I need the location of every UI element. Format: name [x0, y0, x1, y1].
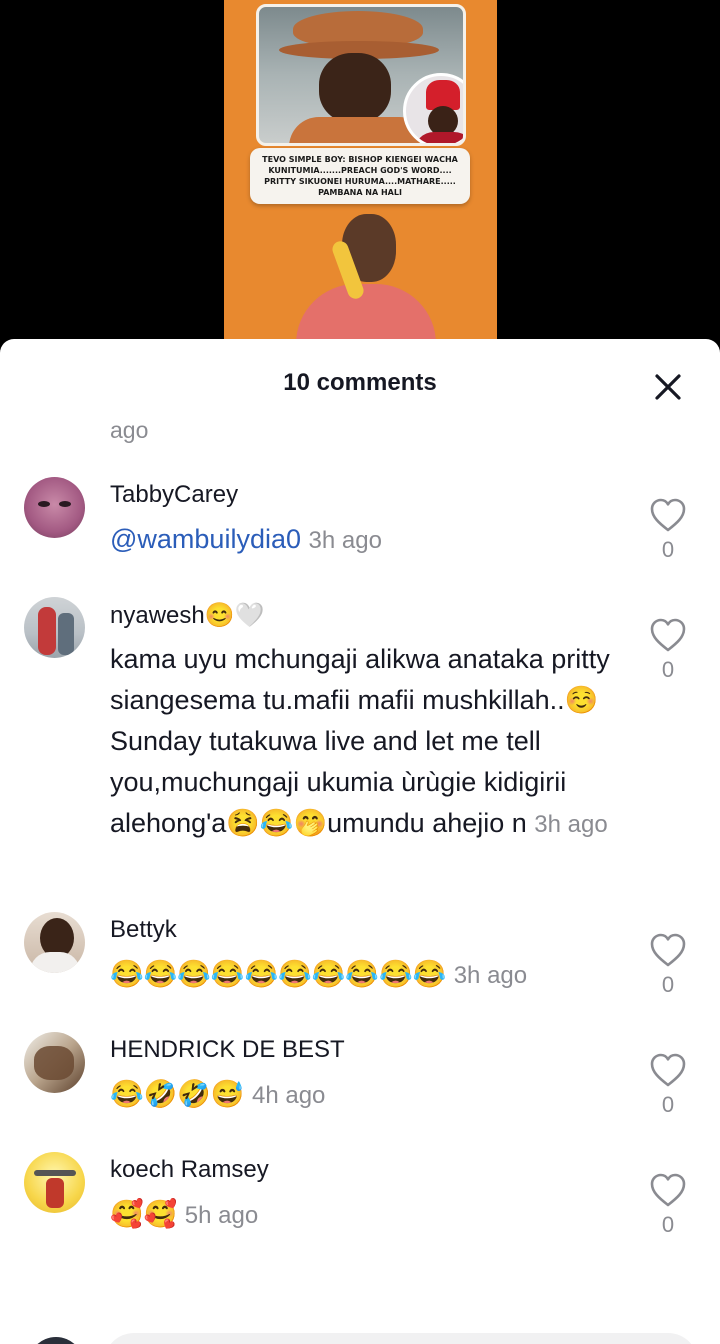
- comment-body: 🥰🥰 5h ago: [110, 1194, 630, 1236]
- mention-link[interactable]: @wambuilydia0: [110, 524, 301, 554]
- comments-title: 10 comments: [283, 369, 437, 396]
- heart-icon: [650, 498, 686, 532]
- comment-body: 😂😂😂😂😂😂😂😂😂😂 3h ago: [110, 954, 630, 996]
- bishop-portrait: [403, 73, 463, 143]
- comment-text: 🥰🥰: [110, 1199, 178, 1229]
- thumbnail-photo: [256, 4, 466, 146]
- avatar[interactable]: [24, 477, 85, 538]
- video-headline: TEVO SIMPLE BOY: BISHOP KIENGEI WACHA KU…: [250, 148, 470, 204]
- like-button[interactable]: 0: [644, 497, 692, 577]
- like-button[interactable]: 0: [644, 1052, 692, 1132]
- like-button[interactable]: 0: [644, 617, 692, 697]
- shirt-shape: [296, 284, 436, 345]
- heart-icon: [650, 1053, 686, 1087]
- comment-time: 5h ago: [184, 1202, 259, 1229]
- comments-sheet: 10 comments ago TabbyCarey @wambuilydia0…: [0, 339, 720, 1344]
- video-thumbnail: TEVO SIMPLE BOY: BISHOP KIENGEI WACHA KU…: [224, 0, 497, 345]
- face-shape: [319, 53, 391, 123]
- comment-time: 3h ago: [534, 811, 608, 838]
- my-avatar: [28, 1337, 84, 1344]
- heart-icon: [650, 1173, 686, 1207]
- bishop-robe-shape: [414, 132, 463, 143]
- close-button[interactable]: [648, 367, 688, 407]
- comment-text: kama uyu mchungaji alikwa anataka pritty…: [110, 644, 610, 838]
- like-button[interactable]: 0: [644, 932, 692, 1012]
- heart-icon: [650, 933, 686, 967]
- partial-timestamp: ago: [110, 417, 149, 443]
- comment-username[interactable]: Bettyk: [110, 916, 177, 944]
- heart-icon: [650, 618, 686, 652]
- comment-text: 😂😂😂😂😂😂😂😂😂😂: [110, 959, 447, 989]
- comment-username[interactable]: TabbyCarey: [110, 481, 238, 509]
- like-button[interactable]: 0: [644, 1172, 692, 1252]
- comment-body: kama uyu mchungaji alikwa anataka pritty…: [110, 639, 630, 845]
- comment-username[interactable]: HENDRICK DE BEST: [110, 1036, 345, 1064]
- comment-input-bar: [0, 1329, 720, 1344]
- like-count: 0: [661, 972, 675, 997]
- comment-time: 4h ago: [252, 1082, 326, 1109]
- comment-time: 3h ago: [308, 527, 382, 554]
- comment-time: 3h ago: [453, 962, 528, 989]
- comment-body: 😂🤣🤣😅 4h ago: [110, 1074, 630, 1116]
- avatar[interactable]: [24, 1152, 85, 1213]
- comment-input[interactable]: [104, 1333, 698, 1344]
- comment-username[interactable]: nyawesh😊🤍: [110, 601, 265, 630]
- comment-text: 😂🤣🤣😅: [110, 1079, 245, 1109]
- like-count: 0: [661, 1212, 675, 1237]
- like-count: 0: [661, 657, 675, 682]
- comment-username[interactable]: koech Ramsey: [110, 1156, 269, 1184]
- close-icon: [655, 374, 681, 400]
- comment-body: @wambuilydia0 3h ago: [110, 519, 630, 561]
- avatar[interactable]: [24, 912, 85, 973]
- avatar[interactable]: [24, 597, 85, 658]
- avatar[interactable]: [24, 1032, 85, 1093]
- phone-man-image: [284, 212, 444, 345]
- video-player[interactable]: TEVO SIMPLE BOY: BISHOP KIENGEI WACHA KU…: [0, 0, 720, 345]
- like-count: 0: [661, 537, 675, 562]
- like-count: 0: [661, 1092, 675, 1117]
